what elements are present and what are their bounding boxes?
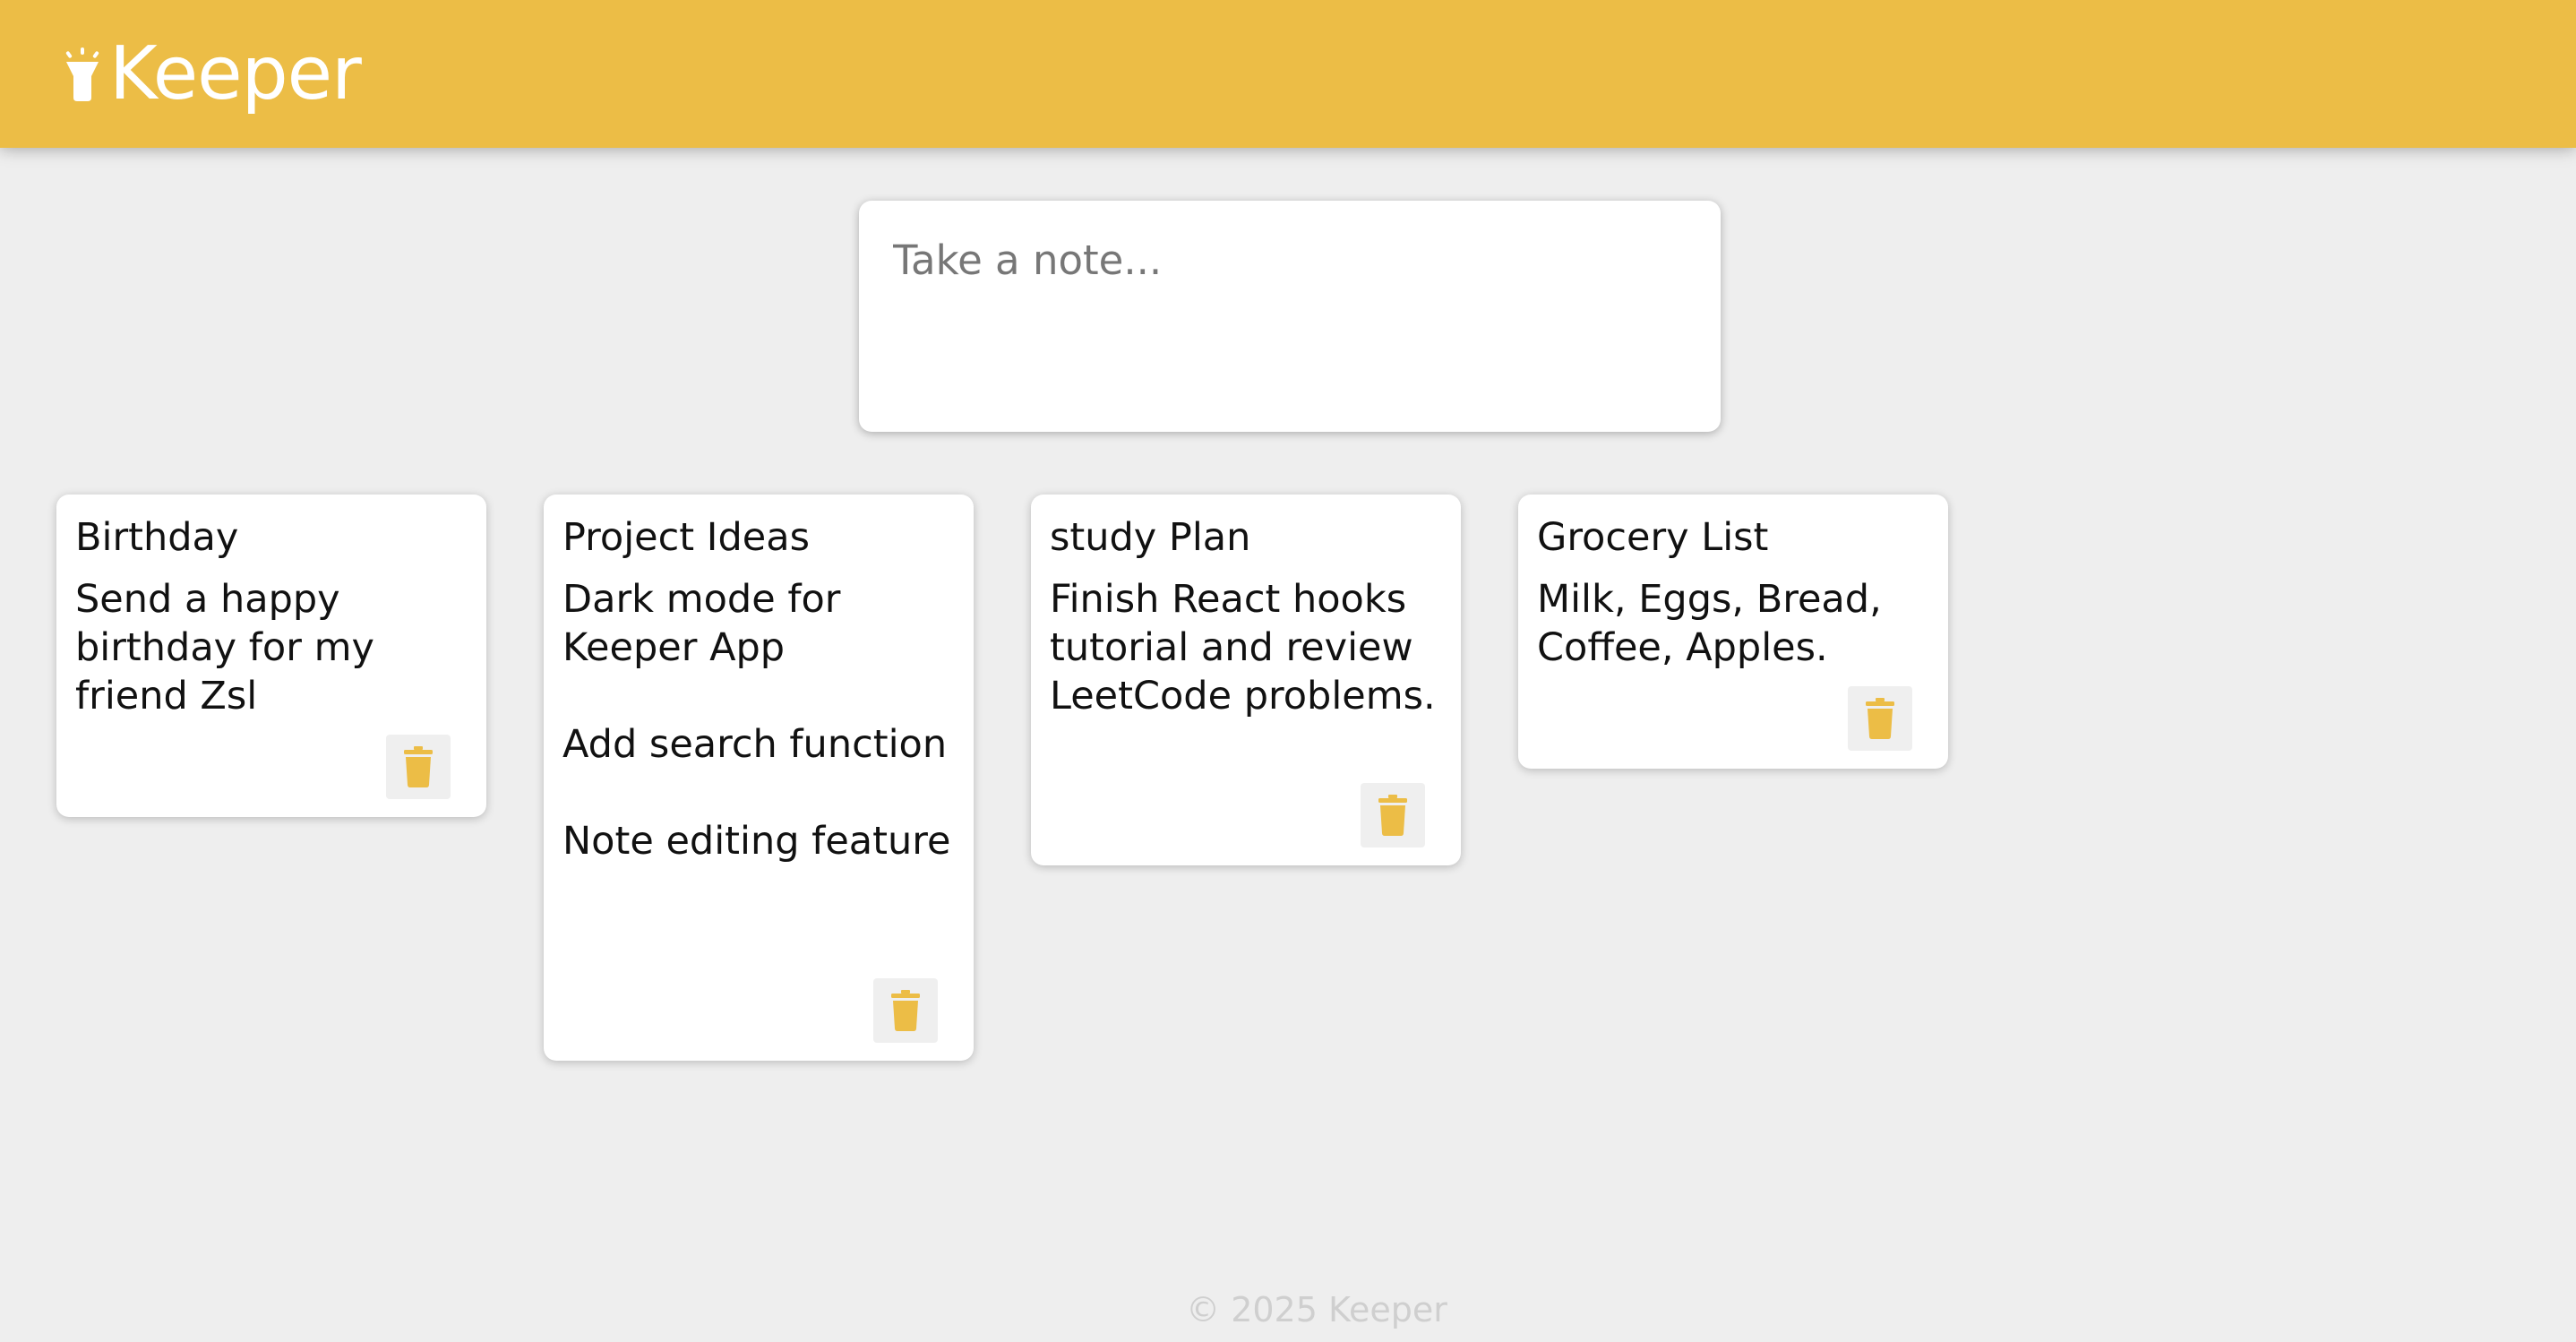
note-content: Dark mode for Keeper App Add search func… bbox=[562, 576, 951, 864]
app-logo: Keeper bbox=[61, 30, 362, 116]
app-title: Keeper bbox=[109, 30, 362, 116]
note-input[interactable] bbox=[893, 237, 1681, 407]
trash-icon bbox=[1378, 795, 1407, 836]
note-title: Project Ideas bbox=[562, 515, 810, 560]
trash-icon bbox=[1866, 698, 1894, 739]
note-card: Birthday Send a happy birthday for my fr… bbox=[56, 495, 486, 817]
trash-icon bbox=[891, 990, 920, 1031]
app-header: Keeper bbox=[0, 0, 2576, 148]
delete-note-button[interactable] bbox=[1848, 686, 1912, 751]
note-title: Grocery List bbox=[1537, 515, 1769, 560]
note-content: Finish React hooks tutorial and review L… bbox=[1050, 576, 1436, 718]
note-card: Grocery List Milk, Eggs, Bread, Coffee, … bbox=[1518, 495, 1948, 769]
trash-icon bbox=[404, 746, 433, 787]
delete-note-button[interactable] bbox=[873, 978, 938, 1043]
page-footer: © 2025 Keeper bbox=[0, 1290, 2576, 1329]
note-content: Send a happy birthday for my friend Zsl bbox=[75, 576, 374, 718]
copyright-text: © 2025 Keeper bbox=[1186, 1290, 1447, 1329]
note-composer bbox=[859, 201, 1721, 432]
note-card: Project Ideas Dark mode for Keeper App A… bbox=[544, 495, 974, 1061]
note-card: study Plan Finish React hooks tutorial a… bbox=[1031, 495, 1461, 865]
note-title: Birthday bbox=[75, 515, 239, 560]
note-title: study Plan bbox=[1050, 515, 1251, 560]
delete-note-button[interactable] bbox=[1361, 783, 1425, 847]
flashlight-icon bbox=[65, 47, 99, 101]
delete-note-button[interactable] bbox=[386, 735, 451, 799]
note-content: Milk, Eggs, Bread, Coffee, Apples. bbox=[1537, 576, 1882, 670]
